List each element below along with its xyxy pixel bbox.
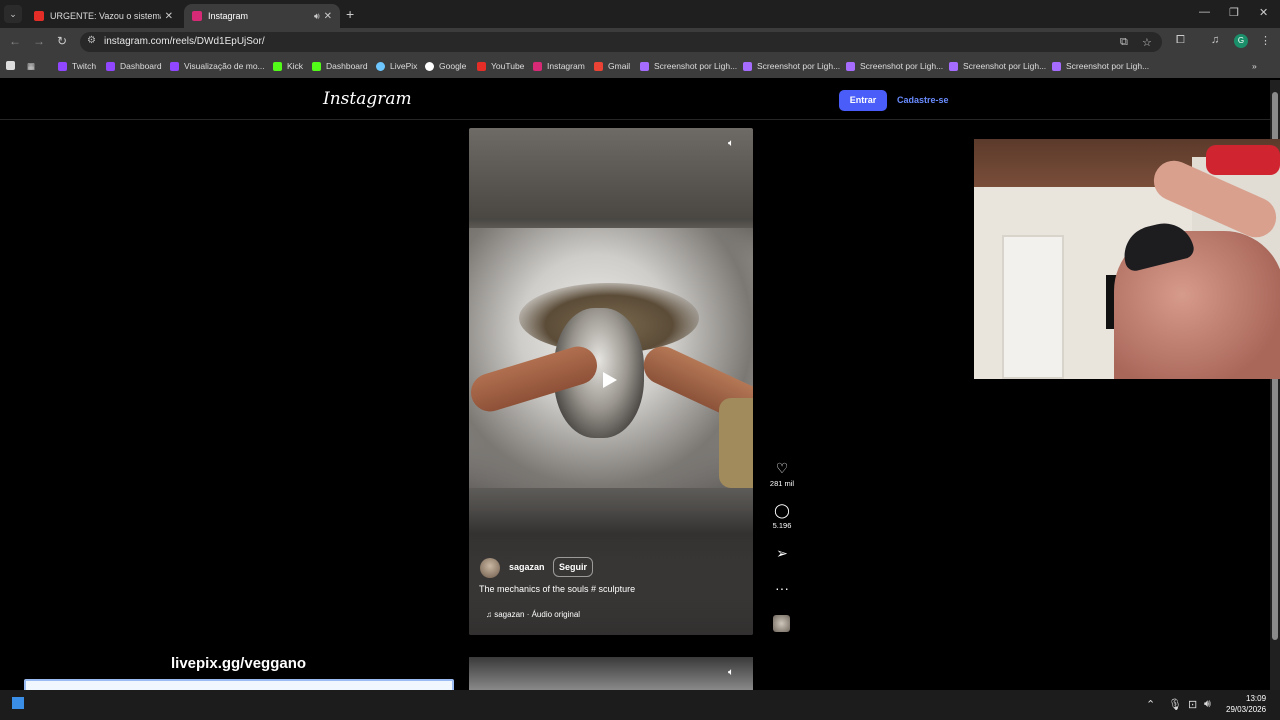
bookmark-kick[interactable]: Kick: [273, 61, 303, 71]
new-tab-button[interactable]: +: [346, 6, 354, 22]
more-icon: ···: [775, 580, 789, 596]
tab-youtube[interactable]: URGENTE: Vazou o sistema MA ✕: [26, 4, 181, 28]
reload-icon[interactable]: ↻: [57, 34, 67, 48]
speaker-icon[interactable]: 🔊︎: [1204, 698, 1211, 711]
play-icon[interactable]: [603, 372, 617, 388]
profile-avatar[interactable]: G: [1234, 34, 1248, 48]
bookmark-screenshot-2[interactable]: Screenshot por Ligh...: [743, 61, 840, 71]
reel-caption: The mechanics of the souls # sculpture: [479, 584, 636, 594]
bookmarks-bar: ▦ Twitch Dashboard Visualização de mo...…: [0, 56, 1280, 78]
audio-label: sagazan · Áudio original: [494, 610, 581, 619]
network-icon[interactable]: ⊡: [1188, 698, 1197, 711]
back-icon[interactable]: ←: [9, 34, 21, 48]
clock-date: 29/03/2026: [1226, 705, 1267, 714]
bookmark-dashboard-kick[interactable]: Dashboard: [312, 61, 368, 71]
apps-grid-icon[interactable]: ▦: [27, 61, 35, 72]
user-avatar[interactable]: [480, 558, 500, 578]
tab-title: URGENTE: Vazou o sistema MA: [50, 11, 161, 21]
share-button[interactable]: ➢: [760, 545, 804, 562]
site-info-icon[interactable]: ⚙: [87, 35, 96, 46]
bookmark-square-icon[interactable]: [6, 61, 20, 70]
install-app-icon[interactable]: ⧉: [1120, 36, 1128, 49]
clock-time: 13:09: [1246, 694, 1267, 703]
bookmark-twitch[interactable]: Twitch: [58, 61, 96, 71]
volume-icon[interactable]: 🔈︎: [728, 667, 734, 678]
bookmark-livepix[interactable]: LivePix: [376, 61, 417, 71]
bookmark-screenshot-4[interactable]: Screenshot por Ligh...: [949, 61, 1046, 71]
bookmark-gmail[interactable]: Gmail: [594, 61, 630, 71]
comment-count: 5.196: [772, 521, 792, 530]
bookmark-instagram[interactable]: Instagram: [533, 61, 585, 71]
follow-button[interactable]: Seguir: [553, 557, 594, 577]
microphone-icon[interactable]: 🎙︎: [1168, 698, 1182, 711]
restore-icon[interactable]: ❐: [1229, 6, 1239, 19]
taskbar: ⌃ 🎙︎ ⊡ 🔊︎ 13:09 29/03/2026: [0, 690, 1280, 720]
volume-icon[interactable]: 🔈︎: [728, 138, 734, 149]
webcam-overlay: [974, 139, 1280, 379]
bookmark-youtube[interactable]: YouTube: [477, 61, 524, 71]
media-control-icon[interactable]: ♫: [1211, 34, 1219, 46]
close-tab-icon[interactable]: ✕: [165, 11, 173, 22]
heart-icon: ♡: [775, 460, 789, 476]
bookmark-star-icon[interactable]: ☆: [1142, 36, 1152, 49]
bookmark-google[interactable]: Google: [425, 61, 466, 71]
menu-icon[interactable]: ⋮: [1260, 34, 1271, 47]
youtube-favicon-icon: [34, 11, 44, 21]
audio-playing-icon[interactable]: 🔊︎: [314, 11, 320, 22]
bookmark-screenshot-1[interactable]: Screenshot por Ligh...: [640, 61, 737, 71]
instagram-logo[interactable]: Instagram: [323, 89, 412, 109]
bookmark-screenshot-3[interactable]: Screenshot por Ligh...: [846, 61, 943, 71]
signup-link[interactable]: Cadastre-se: [897, 95, 949, 105]
login-button[interactable]: Entrar: [839, 90, 887, 111]
audio-thumbnail[interactable]: [773, 615, 790, 632]
tab-search-button[interactable]: ⌄: [4, 5, 22, 23]
more-options-button[interactable]: ···: [760, 580, 804, 596]
music-note-icon: ♫: [486, 610, 495, 619]
next-reel-video[interactable]: 🔈︎: [469, 657, 753, 690]
bookmark-visualizacao[interactable]: Visualização de mo...: [170, 61, 265, 71]
tray-chevron-icon[interactable]: ⌃: [1146, 698, 1155, 711]
close-window-icon[interactable]: ✕: [1259, 6, 1268, 19]
system-clock[interactable]: 13:09 29/03/2026: [1226, 693, 1266, 715]
close-tab-icon[interactable]: ✕: [324, 11, 332, 22]
more-bookmarks-icon[interactable]: »: [1252, 61, 1257, 71]
tab-title: Instagram: [208, 11, 249, 21]
username-link[interactable]: sagazan: [509, 562, 545, 572]
tab-instagram[interactable]: Instagram 🔊︎ ✕: [184, 4, 340, 28]
instagram-favicon-icon: [192, 11, 202, 21]
toolbar: ← → ↻ ⚙ instagram.com/reels/DWd1EpUjSor/…: [0, 28, 1280, 56]
tab-strip: ⌄ URGENTE: Vazou o sistema MA ✕ Instagra…: [0, 0, 1280, 28]
send-icon: ➢: [776, 545, 788, 561]
bookmark-dashboard-twitch[interactable]: Dashboard: [106, 61, 162, 71]
comment-button[interactable]: ◯ 5.196: [760, 502, 804, 530]
extensions-icon[interactable]: ⧠: [1176, 34, 1185, 47]
bookmark-screenshot-5[interactable]: Screenshot por Ligh...: [1052, 61, 1149, 71]
like-count: 281 mil: [769, 479, 795, 488]
audio-link[interactable]: ♫ sagazan · Áudio original: [486, 610, 580, 619]
forward-icon[interactable]: →: [33, 34, 45, 48]
reel-video[interactable]: 🔈︎ sagazan Seguir The mechanics of the s…: [469, 128, 753, 635]
url-text[interactable]: instagram.com/reels/DWd1EpUjSor/: [104, 36, 265, 47]
address-bar[interactable]: ⚙ instagram.com/reels/DWd1EpUjSor/ ⧉ ☆: [80, 32, 1162, 52]
comment-icon: ◯: [774, 502, 790, 518]
livepix-label: livepix.gg/veggano: [171, 655, 307, 672]
like-button[interactable]: ♡ 281 mil: [760, 460, 804, 488]
windows-start-icon[interactable]: [12, 697, 24, 709]
minimize-icon[interactable]: —: [1199, 6, 1210, 18]
instagram-header: Instagram Entrar Cadastre-se: [0, 80, 1270, 120]
